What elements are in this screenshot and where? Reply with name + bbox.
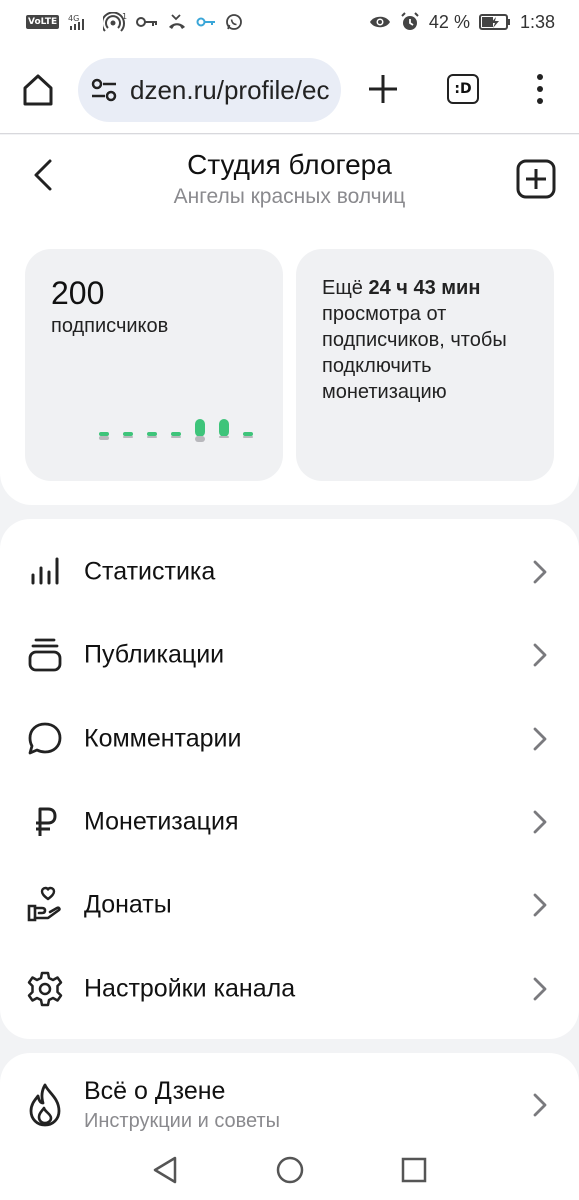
hotspot-icon: 1: [103, 12, 127, 32]
status-bar: VoLTE 4G 1 42 % 1:38: [0, 0, 579, 44]
mon-time-remaining: 24 ч 43 мин: [368, 277, 481, 299]
url-text: dzen.ru/profile/ec: [130, 74, 330, 105]
menu-label: Статистика: [84, 557, 216, 586]
menu-label: Донаты: [84, 890, 172, 919]
about-subtitle: Инструкции и советы: [84, 1110, 281, 1132]
page-title: Студия блогера: [187, 149, 392, 180]
volte-badge: VoLTE: [26, 15, 60, 29]
menu-label: Публикации: [84, 640, 225, 669]
tabs-button[interactable]: :D: [447, 74, 479, 104]
chevron-right-icon: [533, 1093, 547, 1117]
status-left: VoLTE 4G 1: [26, 12, 243, 32]
chevron-right-icon: [533, 643, 547, 667]
new-tab-icon[interactable]: [366, 72, 400, 106]
subscribers-label: подписчиков: [51, 315, 169, 337]
menu-item-comments[interactable]: Комментарии: [0, 697, 579, 781]
signal-icon: 4G: [68, 13, 94, 31]
nav-home-icon[interactable]: [274, 1154, 306, 1186]
menu-item-donations[interactable]: Донаты: [0, 863, 579, 947]
missed-call-icon: [167, 13, 187, 31]
chevron-right-icon: [533, 560, 547, 584]
menu-item-monetization[interactable]: Монетизация: [0, 780, 579, 864]
studio-menu: Статистика Публикации Комментарии Монети…: [0, 519, 579, 1039]
publications-icon: [28, 638, 62, 672]
menu-label: Монетизация: [84, 807, 239, 836]
svg-text:1: 1: [122, 12, 127, 21]
url-bar[interactable]: dzen.ru/profile/ec: [78, 58, 341, 122]
subscribers-count: 200: [51, 275, 105, 311]
menu-label: Настройки канала: [84, 974, 296, 1003]
comments-icon: [28, 722, 62, 755]
about-title: Всё о Дзене: [84, 1077, 226, 1105]
stats-icon: [31, 557, 59, 585]
gear-icon: [27, 971, 63, 1007]
more-menu-icon[interactable]: [530, 70, 550, 108]
mon-rest: просмотра от подписчиков, чтобы подключи…: [322, 303, 507, 403]
battery-charging-icon: [478, 13, 511, 31]
network-type: 4G: [68, 14, 79, 23]
menu-label: Комментарии: [84, 724, 242, 753]
whatsapp-icon: [225, 13, 243, 31]
vpn-key-icon: [196, 16, 216, 28]
menu-item-publications[interactable]: Публикации: [0, 613, 579, 697]
chevron-right-icon: [533, 810, 547, 834]
menu-item-statistics[interactable]: Статистика: [0, 530, 579, 614]
clock: 1:38: [519, 11, 555, 32]
nav-back-icon[interactable]: [150, 1154, 182, 1186]
battery-percent: 42 %: [428, 11, 470, 32]
chevron-right-icon: [533, 893, 547, 917]
subscribers-mini-chart: [99, 419, 253, 442]
channel-name: Ангелы красных волчиц: [173, 185, 406, 208]
mon-prefix: Ещё: [322, 277, 369, 299]
add-publication-icon[interactable]: [516, 159, 556, 199]
chevron-right-icon: [533, 977, 547, 1001]
site-settings-icon[interactable]: [90, 76, 118, 104]
monetization-progress-card[interactable]: Ещё 24 ч 43 мин просмотра от подписчиков,…: [296, 249, 554, 481]
key-icon: [136, 15, 158, 29]
monetization-progress-text: Ещё 24 ч 43 мин просмотра от подписчиков,…: [322, 275, 542, 405]
ruble-icon: [36, 807, 57, 836]
nav-recents-icon[interactable]: [398, 1154, 430, 1186]
menu-item-channel-settings[interactable]: Настройки канала: [0, 947, 579, 1031]
system-nav-bar: [0, 1140, 579, 1200]
home-icon[interactable]: [20, 72, 56, 108]
studio-header-card: Студия блогера Ангелы красных волчиц 200…: [0, 135, 579, 505]
alarm-icon: [400, 12, 420, 32]
chevron-right-icon: [533, 727, 547, 751]
browser-toolbar: dzen.ru/profile/ec :D: [0, 44, 579, 134]
eye-icon: [369, 14, 391, 30]
status-right: 42 % 1:38: [369, 12, 555, 33]
donate-icon: [27, 886, 61, 922]
subscribers-card[interactable]: 200 подписчиков: [25, 249, 283, 481]
flame-icon: [29, 1083, 61, 1127]
